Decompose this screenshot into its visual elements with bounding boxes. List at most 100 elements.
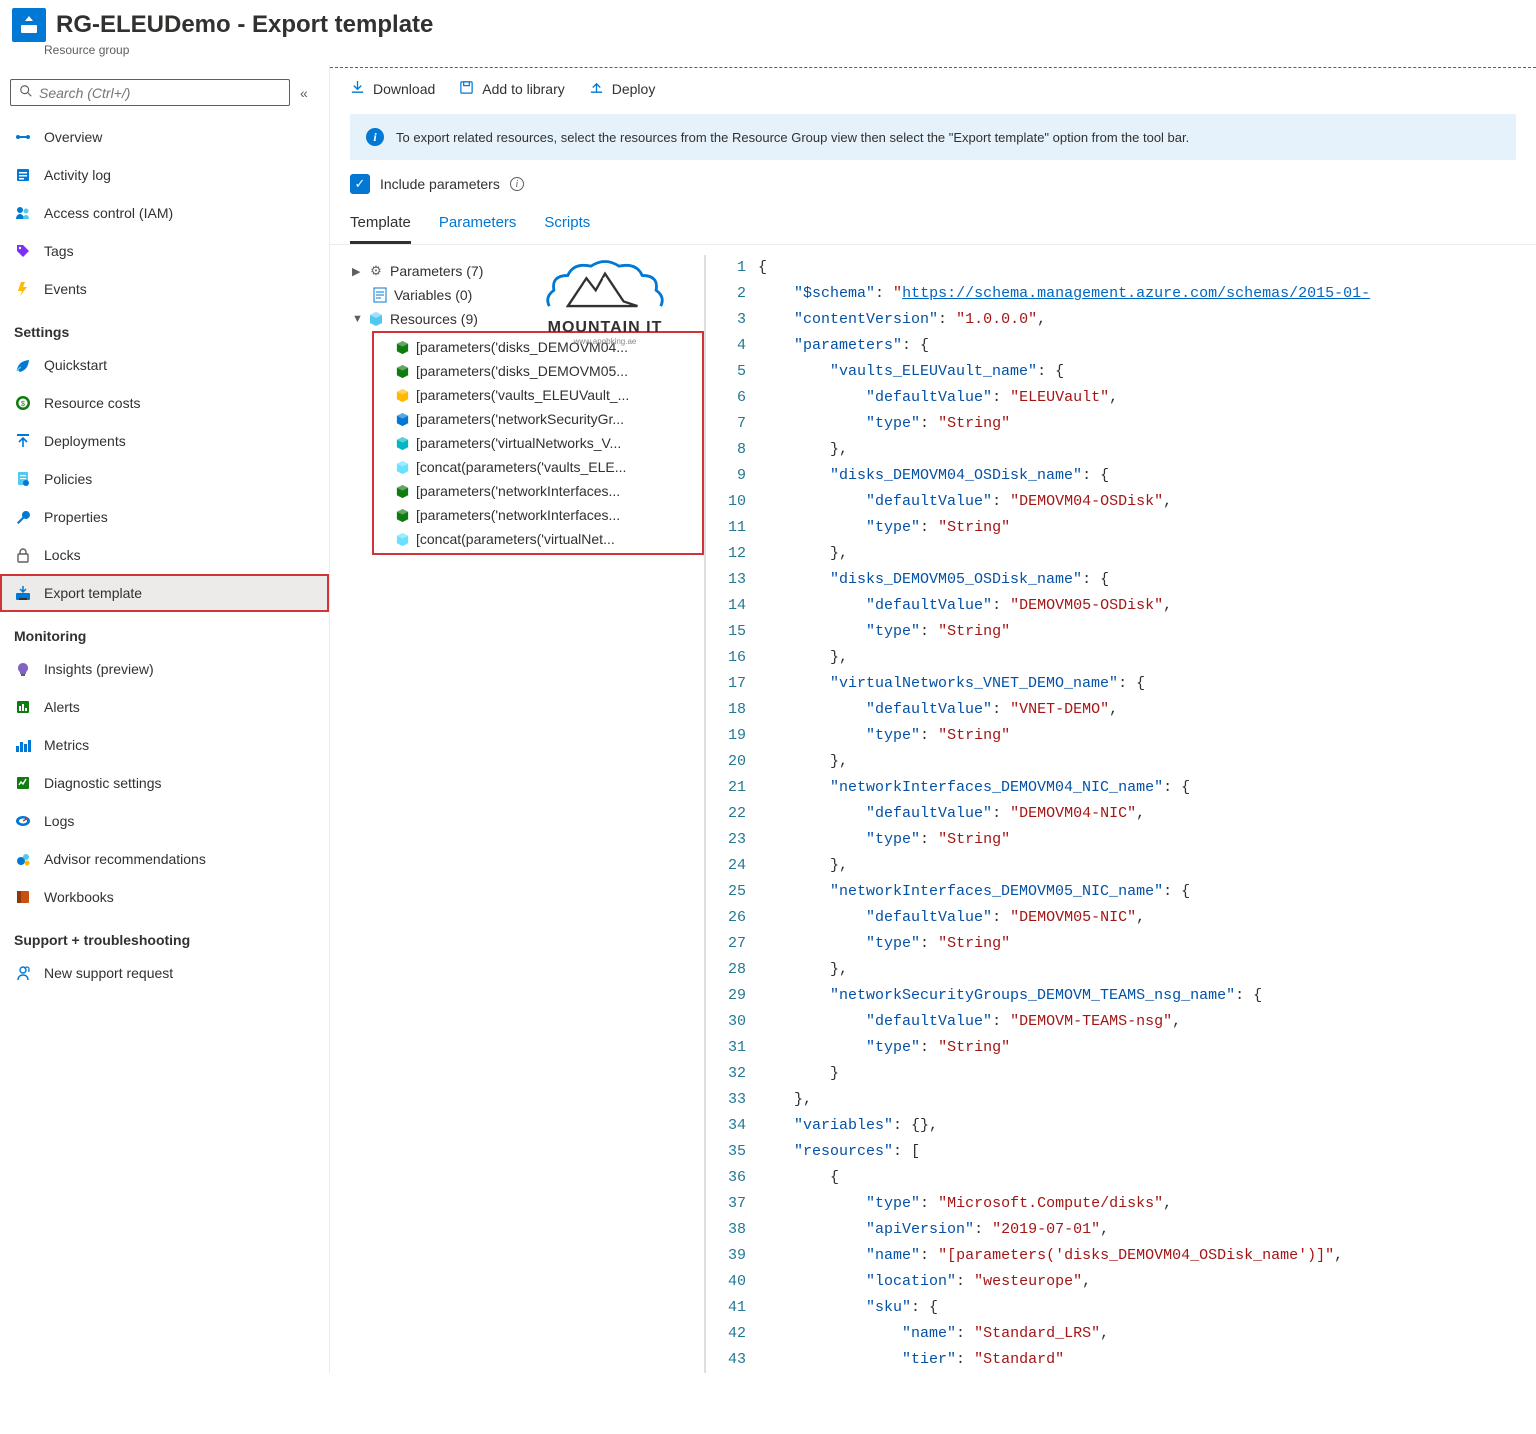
sidebar-item-metrics[interactable]: Metrics [0,726,329,764]
save-icon [459,80,474,98]
events-icon [14,280,32,298]
sidebar-item-advisor[interactable]: Advisor recommendations [0,840,329,878]
sidebar-item-insights[interactable]: Insights (preview) [0,650,329,688]
sidebar-item-props[interactable]: Properties [0,498,329,536]
sidebar-item-diag[interactable]: Diagnostic settings [0,764,329,802]
locks-icon [14,546,32,564]
download-button[interactable]: Download [350,80,435,98]
sidebar-item-iam[interactable]: Access control (IAM) [0,194,329,232]
resource-item[interactable]: [parameters('vaults_ELEUVault_... [374,383,702,407]
document-icon [372,287,388,303]
main-content: Download Add to library Deploy i To expo… [330,67,1536,1373]
info-icon: i [366,128,384,146]
tab-parameters[interactable]: Parameters [439,206,517,244]
sidebar-item-label: Locks [44,547,81,563]
workbooks-icon [14,888,32,906]
resource-icon [394,363,410,379]
advisor-icon [14,850,32,868]
sidebar-item-label: Advisor recommendations [44,851,206,867]
include-parameters-checkbox[interactable]: ✓ Include parameters i [330,174,1536,206]
sidebar-item-label: Tags [44,243,74,259]
sidebar-item-events[interactable]: Events [0,270,329,308]
info-tooltip-icon[interactable]: i [510,177,524,191]
resource-item[interactable]: [parameters('virtualNetworks_V... [374,431,702,455]
search-icon [19,84,33,101]
sidebar-item-label: Logs [44,813,74,829]
logs-icon [14,812,32,830]
sidebar-item-workbooks[interactable]: Workbooks [0,878,329,916]
resource-icon [394,435,410,451]
sidebar-item-overview[interactable]: Overview [0,118,329,156]
resource-item[interactable]: [concat(parameters('vaults_ELE... [374,455,702,479]
resource-icon [394,531,410,547]
alerts-icon [14,698,32,716]
code-body[interactable]: { "$schema": "https://schema.management.… [758,255,1536,1373]
resource-icon [394,507,410,523]
search-box[interactable] [10,79,290,106]
sidebar-item-label: Events [44,281,87,297]
collapse-sidebar-icon[interactable]: « [300,85,308,101]
add-to-library-button[interactable]: Add to library [459,80,564,98]
cube-icon [368,311,384,327]
sidebar-item-deploy[interactable]: Deployments [0,422,329,460]
sidebar-item-alerts[interactable]: Alerts [0,688,329,726]
activity-icon [14,166,32,184]
chevron-down-icon: ▼ [352,313,362,325]
sidebar-item-logs[interactable]: Logs [0,802,329,840]
tags-icon [14,242,32,260]
sidebar-item-export[interactable]: Export template [0,574,329,612]
resource-item[interactable]: [parameters('networkInterfaces... [374,503,702,527]
resource-icon [394,483,410,499]
iam-icon [14,204,32,222]
sidebar-item-tags[interactable]: Tags [0,232,329,270]
policies-icon [14,470,32,488]
resource-item[interactable]: [parameters('disks_DEMOVM05... [374,359,702,383]
tab-template[interactable]: Template [350,206,411,244]
quick-icon [14,356,32,374]
sidebar-item-activity[interactable]: Activity log [0,156,329,194]
export-icon [14,584,32,602]
sidebar-item-label: Alerts [44,699,80,715]
sidebar-item-label: Workbooks [44,889,114,905]
resource-item[interactable]: [concat(parameters('virtualNet... [374,527,702,551]
resource-item[interactable]: [parameters('disks_DEMOVM04... [374,335,702,359]
insights-icon [14,660,32,678]
deploy-button[interactable]: Deploy [589,80,656,98]
info-bar: i To export related resources, select th… [350,114,1516,160]
tree-resources-node[interactable]: ▼ Resources (9) [344,307,704,331]
sidebar-item-label: Access control (IAM) [44,205,173,221]
sidebar-item-label: Metrics [44,737,89,753]
resource-group-icon [12,8,46,42]
sidebar-item-policies[interactable]: Policies [0,460,329,498]
sidebar-item-support[interactable]: New support request [0,954,329,992]
resource-item[interactable]: [parameters('networkInterfaces... [374,479,702,503]
sidebar-item-cost[interactable]: $Resource costs [0,384,329,422]
diag-icon [14,774,32,792]
search-input[interactable] [39,85,281,101]
deploy-icon [589,80,604,98]
sidebar-item-label: Insights (preview) [44,661,154,677]
page-header: RG-ELEUDemo - Export template [0,0,1536,47]
code-editor[interactable]: 1234567891011121314151617181920212223242… [704,255,1536,1373]
resource-icon [394,411,410,427]
tree-parameters-node[interactable]: ▶ ⚙ Parameters (7) [344,259,704,283]
page-title: RG-ELEUDemo - Export template [56,11,433,39]
info-text: To export related resources, select the … [396,130,1189,145]
resource-item[interactable]: [parameters('networkSecurityGr... [374,407,702,431]
resource-icon [394,339,410,355]
tab-scripts[interactable]: Scripts [544,206,590,244]
nav-section-heading: Settings [0,308,329,346]
svg-text:$: $ [21,401,25,408]
resource-icon [394,459,410,475]
sidebar-item-label: Deployments [44,433,126,449]
nav-section-heading: Support + troubleshooting [0,916,329,954]
sidebar-item-label: Policies [44,471,92,487]
sidebar-item-quick[interactable]: Quickstart [0,346,329,384]
deploy-icon [14,432,32,450]
cost-icon: $ [14,394,32,412]
sidebar-item-label: Activity log [44,167,111,183]
page-subtitle: Resource group [44,43,1536,65]
tree-variables-node[interactable]: Variables (0) [344,283,704,307]
sidebar-item-label: Export template [44,585,142,601]
sidebar-item-locks[interactable]: Locks [0,536,329,574]
